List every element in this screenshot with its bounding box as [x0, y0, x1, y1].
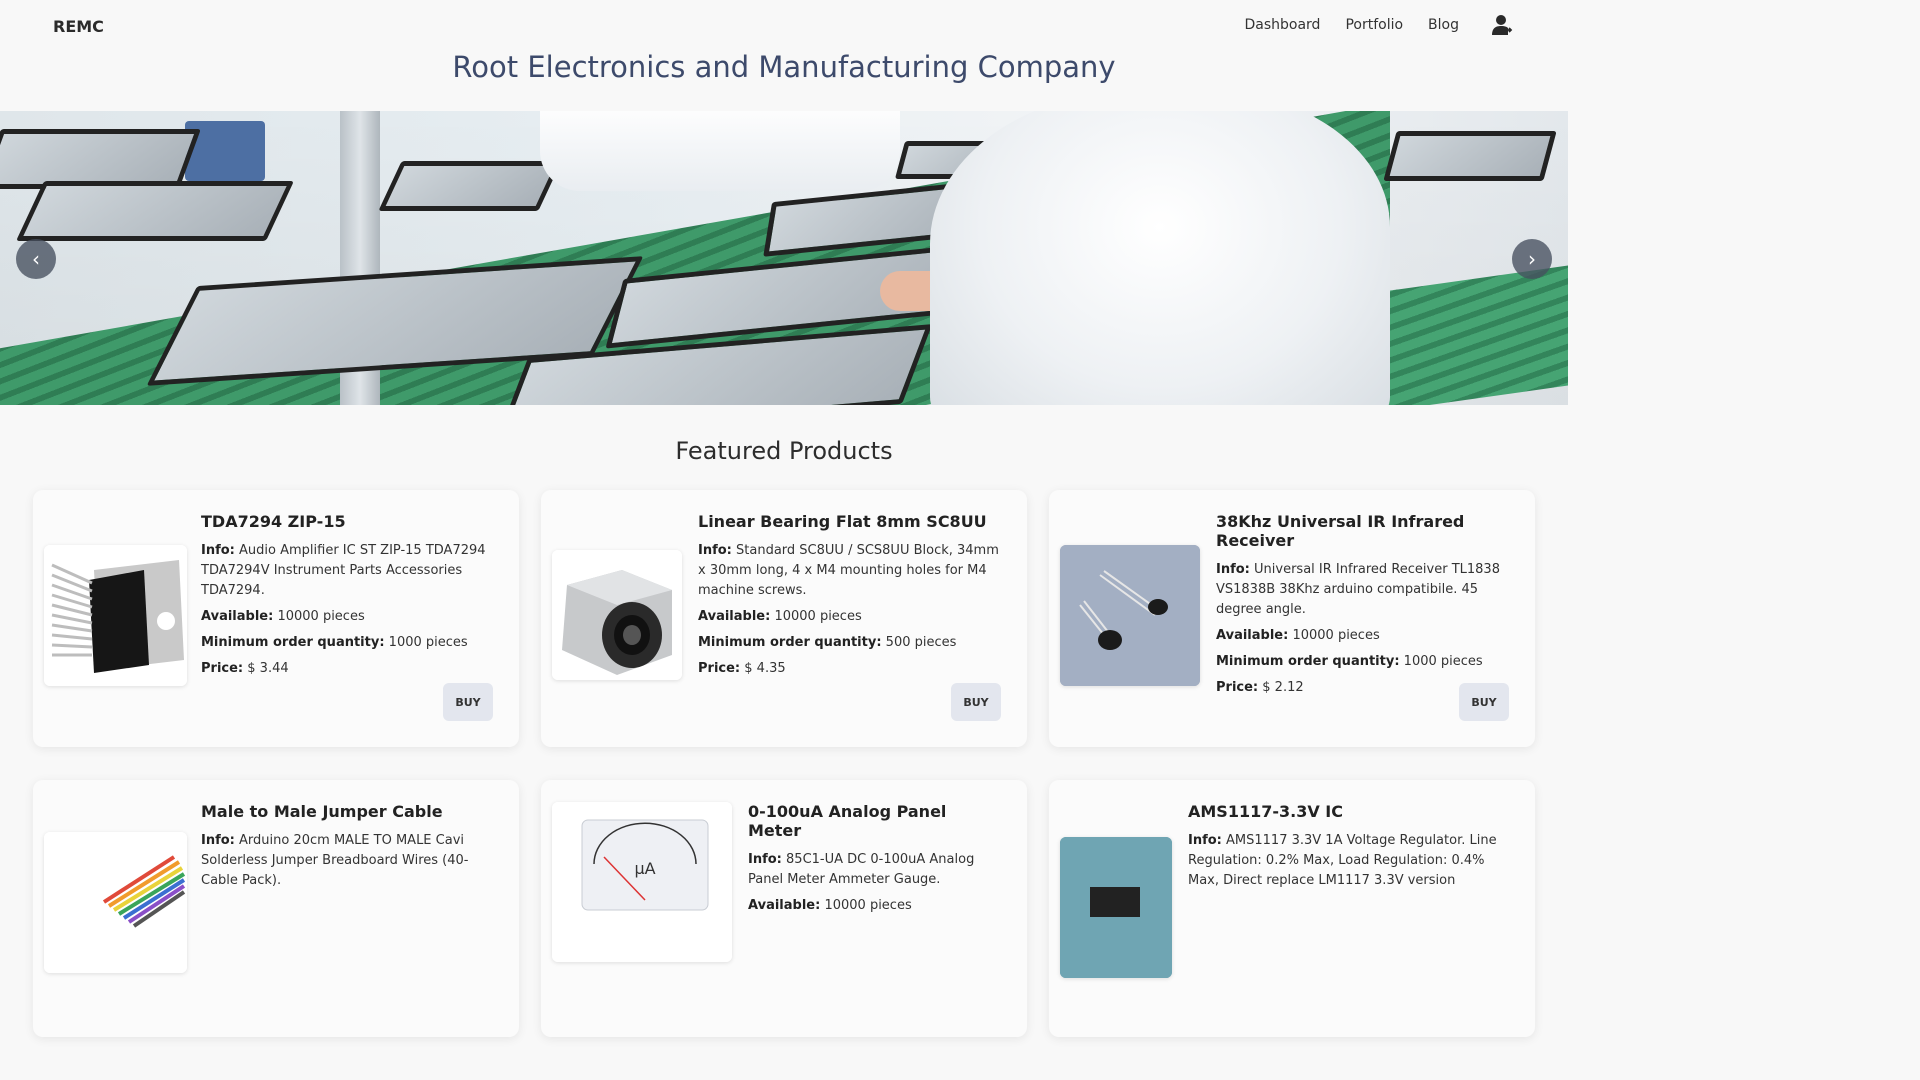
buy-button[interactable]: BUY — [951, 683, 1001, 721]
product-info: Info: Standard SC8UU / SCS8UU Block, 34m… — [698, 543, 999, 598]
product-name: 38Khz Universal IR Infrared Receiver — [1216, 512, 1465, 550]
buy-button[interactable]: BUY — [443, 683, 493, 721]
product-card: AMS1117-3.3V IC Info: AMS1117 3.3V 1A Vo… — [1049, 780, 1535, 1037]
product-name: AMS1117-3.3V IC — [1188, 802, 1343, 821]
product-card: TDA7294 ZIP-15 Info: Audio Amplifier IC … — [33, 490, 519, 747]
product-moq: Minimum order quantity: 500 pieces — [698, 635, 957, 650]
product-card: Male to Male Jumper Cable Info: Arduino … — [33, 780, 519, 1037]
product-image-bearing — [552, 550, 682, 680]
product-image-ir-receiver — [1060, 545, 1200, 686]
carousel-next-button[interactable]: › — [1512, 239, 1552, 279]
product-card: μA 0-100uA Analog Panel Meter Info: 85C1… — [541, 780, 1027, 1037]
product-name: 0-100uA Analog Panel Meter — [748, 802, 947, 840]
product-price: Price: $ 3.44 — [201, 661, 289, 676]
product-price: Price: $ 4.35 — [698, 661, 786, 676]
product-name: TDA7294 ZIP-15 — [201, 512, 346, 531]
nav-dashboard-link[interactable]: Dashboard — [1244, 17, 1320, 33]
buy-button[interactable]: BUY — [1459, 683, 1509, 721]
product-name: Linear Bearing Flat 8mm SC8UU — [698, 512, 987, 531]
product-info: Info: AMS1117 3.3V 1A Voltage Regulator.… — [1188, 833, 1497, 888]
product-moq: Minimum order quantity: 1000 pieces — [1216, 654, 1483, 669]
nav-blog-link[interactable]: Blog — [1428, 17, 1459, 33]
product-image-regulator — [1060, 837, 1172, 978]
product-info: Info: 85C1-UA DC 0-100uA Analog Panel Me… — [748, 852, 975, 887]
page-title: Root Electronics and Manufacturing Compa… — [452, 50, 1116, 84]
featured-products-heading: Featured Products — [675, 437, 893, 465]
product-card: Linear Bearing Flat 8mm SC8UU Info: Stan… — [541, 490, 1027, 747]
product-available: Available: 10000 pieces — [201, 609, 365, 624]
product-card: 38Khz Universal IR Infrared Receiver Inf… — [1049, 490, 1535, 747]
products-grid: TDA7294 ZIP-15 Info: Audio Amplifier IC … — [33, 490, 1535, 1037]
product-available: Available: 10000 pieces — [698, 609, 862, 624]
user-login-icon[interactable] — [1490, 12, 1516, 38]
carousel-prev-button[interactable]: ‹ — [16, 239, 56, 279]
product-moq: Minimum order quantity: 1000 pieces — [201, 635, 468, 650]
svg-text:μA: μA — [634, 859, 655, 878]
top-nav: Dashboard Portfolio Blog — [1244, 12, 1516, 38]
hero-carousel: ‹ › — [0, 111, 1568, 405]
product-image-jumper-cable — [44, 832, 187, 973]
product-name: Male to Male Jumper Cable — [201, 802, 443, 821]
brand-logo-link[interactable]: REMC — [53, 17, 104, 36]
product-image-ic — [44, 545, 187, 686]
product-image-panel-meter: μA — [552, 802, 732, 962]
product-info: Info: Arduino 20cm MALE TO MALE Cavi Sol… — [201, 833, 469, 888]
nav-portfolio-link[interactable]: Portfolio — [1345, 17, 1403, 33]
product-info: Info: Universal IR Infrared Receiver TL1… — [1216, 562, 1500, 617]
product-info: Info: Audio Amplifier IC ST ZIP-15 TDA72… — [201, 543, 486, 598]
product-available: Available: 10000 pieces — [1216, 628, 1380, 643]
product-available: Available: 10000 pieces — [748, 898, 912, 913]
